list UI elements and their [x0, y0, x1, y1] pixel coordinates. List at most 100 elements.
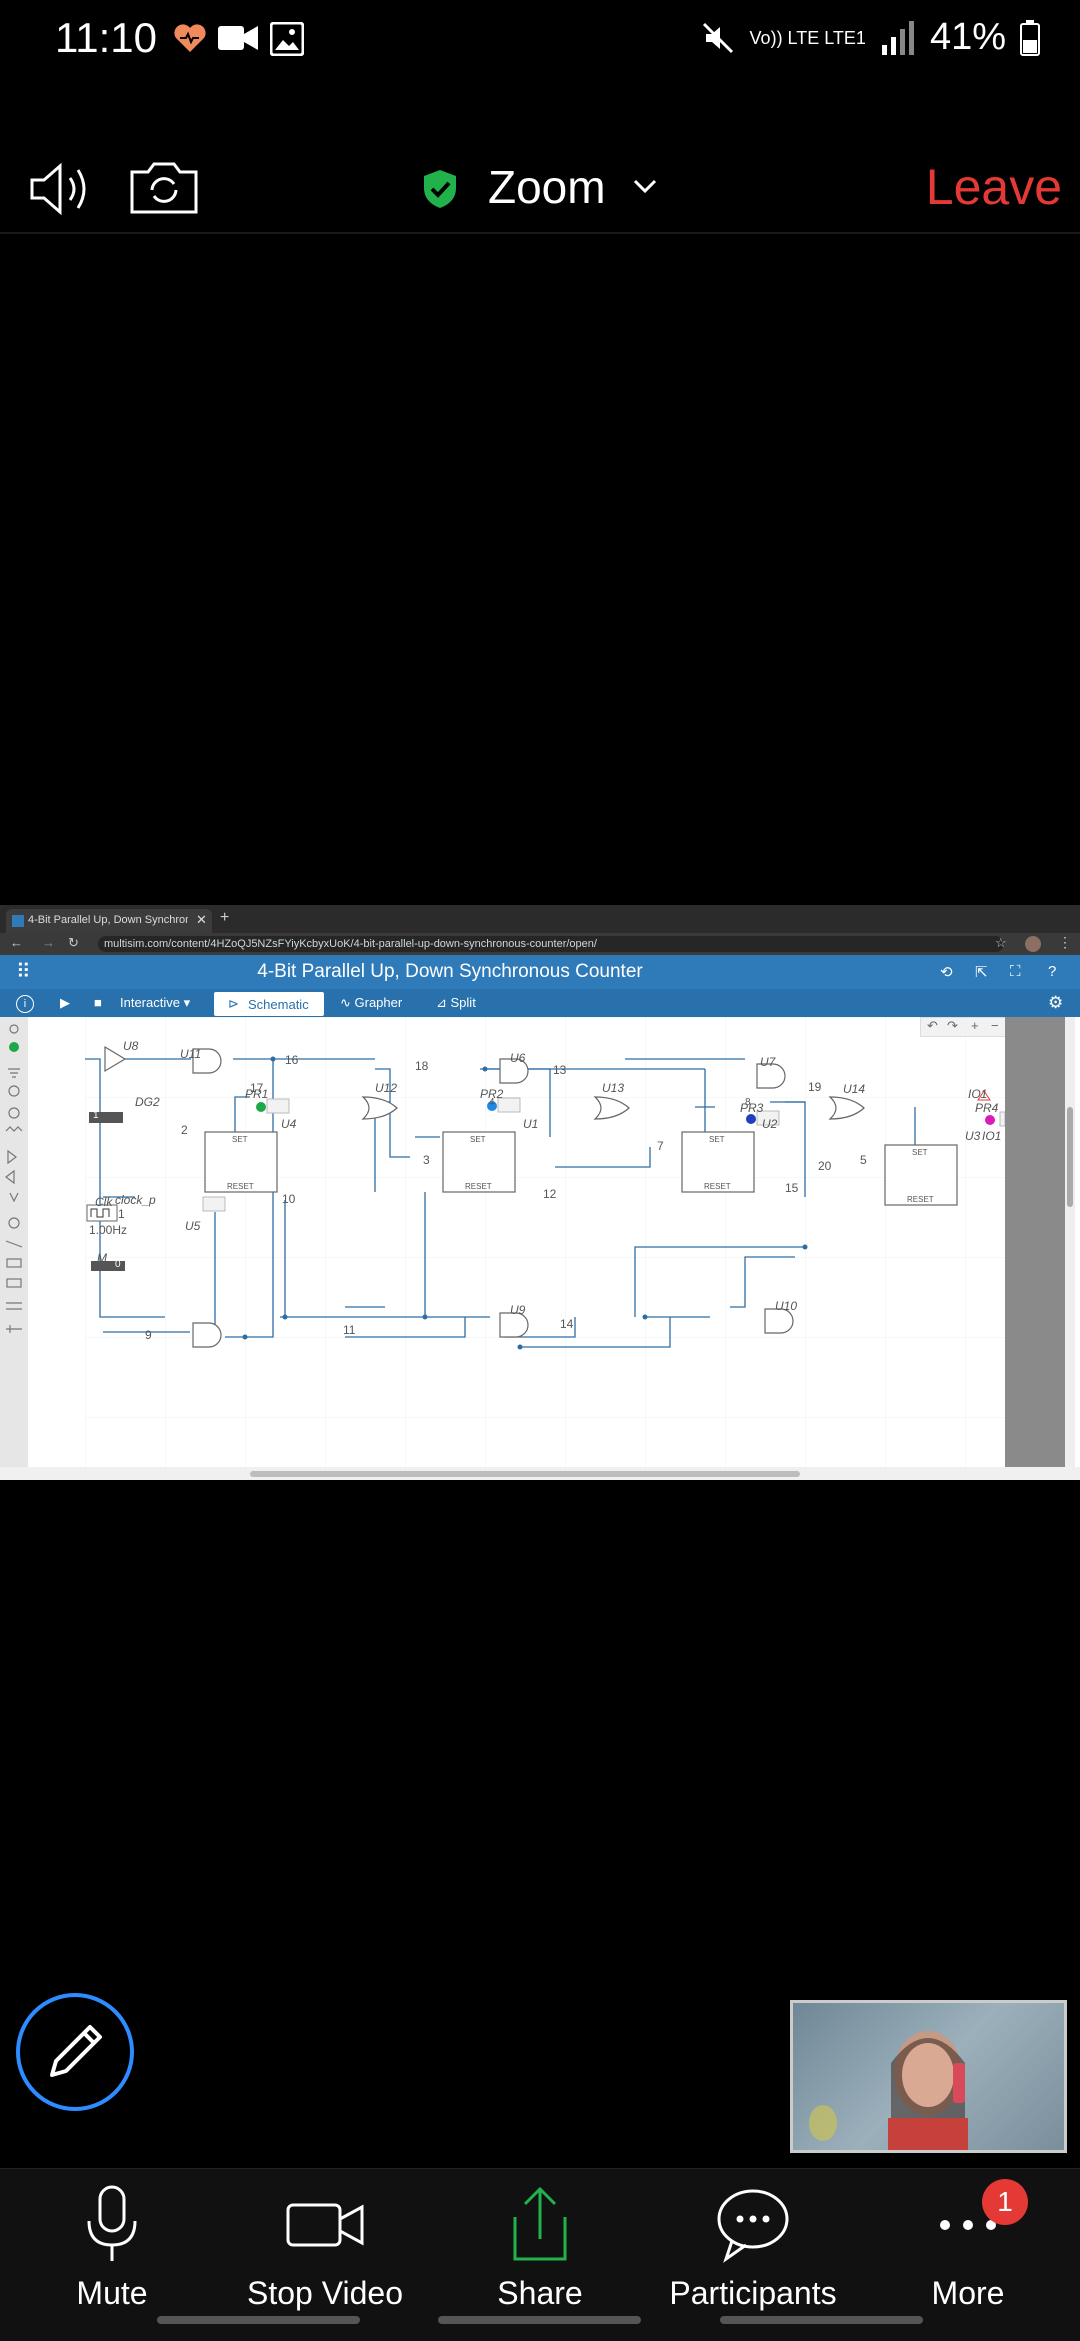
zoom-in-icon[interactable]: + — [971, 1018, 979, 1033]
label-8: 8 — [745, 1097, 751, 1108]
label-2: 2 — [181, 1123, 188, 1137]
mode-label: Interactive — [120, 995, 180, 1010]
schematic-labels: U8 16 U11 18 U6 13 U7 19 U12 U13 U14 17 … — [85, 1017, 1005, 1467]
undo-icon[interactable]: ↶ — [927, 1018, 938, 1034]
forward-icon[interactable]: → — [42, 935, 55, 950]
label-10: 10 — [282, 1192, 296, 1206]
address-bar: ← → ↻ multisim.com/content/4HZoQJ5NZsFYi… — [0, 933, 1080, 955]
label-u6: U6 — [510, 1051, 526, 1065]
info-icon[interactable]: i — [16, 995, 34, 1013]
ff-reset-u3: RESET — [907, 1195, 934, 1204]
horizontal-scroll-thumb[interactable] — [250, 1471, 800, 1477]
switch-camera-icon[interactable] — [128, 158, 200, 221]
stop-video-button[interactable]: Stop Video — [225, 2179, 425, 2312]
ff-set-u1: SET — [470, 1135, 486, 1144]
label-clock-p: clock_p — [115, 1193, 156, 1207]
label-15: 15 — [785, 1181, 799, 1195]
speaker-icon[interactable] — [28, 162, 92, 221]
settings-gear-icon[interactable]: ⚙ — [1048, 993, 1063, 1013]
annotate-button[interactable] — [16, 1993, 134, 2111]
label-u1: U1 — [523, 1117, 539, 1131]
export-icon[interactable]: ⇱ — [975, 963, 988, 981]
label-pr1: PR1 — [245, 1087, 269, 1101]
new-tab-icon[interactable]: + — [220, 909, 229, 927]
label-7: 7 — [657, 1139, 664, 1153]
self-video-thumbnail[interactable] — [790, 2000, 1067, 2153]
share-button[interactable]: Share — [440, 2179, 640, 2312]
pencil-icon — [50, 2025, 102, 2077]
label-u7: U7 — [760, 1055, 776, 1069]
tab-split[interactable]: ⊿ Split — [436, 995, 476, 1011]
fullscreen-icon[interactable]: ⛶ — [1010, 963, 1021, 980]
label-9: 9 — [145, 1328, 152, 1342]
reload-icon[interactable]: ↻ — [68, 935, 79, 951]
redo-icon[interactable]: ↷ — [947, 1018, 958, 1034]
more-button[interactable]: More — [868, 2179, 1068, 2312]
app-bar: ⠿ 4-Bit Parallel Up, Down Synchronous Co… — [0, 955, 1080, 989]
kebab-menu-icon[interactable]: ⋮ — [1058, 934, 1072, 951]
label-u9: U9 — [510, 1303, 526, 1317]
health-icon — [172, 20, 208, 61]
tab-title: 4-Bit Parallel Up, Down Synchron — [28, 914, 188, 926]
signal-icon — [881, 20, 914, 55]
component-palette[interactable] — [0, 1017, 28, 1477]
nav-gesture-bar-center — [438, 2316, 641, 2324]
help-icon[interactable]: ? — [1048, 963, 1056, 980]
label-14: 14 — [560, 1317, 574, 1331]
label-pr4: PR4 — [975, 1101, 999, 1115]
tab-grapher-label: Grapher — [354, 995, 403, 1010]
nav-gesture-bar-right — [720, 2316, 923, 2324]
label-19: 19 — [808, 1080, 822, 1094]
tab-schematic[interactable]: ⊳ Schematic — [214, 992, 324, 1016]
label-u12: U12 — [375, 1081, 398, 1095]
video-camera-icon — [286, 2203, 364, 2247]
label-io1: IO1 — [968, 1087, 988, 1101]
shared-screen: 4-Bit Parallel Up, Down Synchron ✕ + ← →… — [0, 905, 1080, 1480]
mute-label: Mute — [76, 2275, 148, 2311]
chevron-down-icon[interactable] — [632, 178, 658, 201]
schematic-icon: ⊳ — [228, 996, 239, 1011]
meeting-title[interactable]: Zoom — [488, 160, 606, 214]
zoom-out-icon[interactable]: − — [991, 1018, 999, 1033]
url-field[interactable]: multisim.com/content/4HZoQJ5NZsFYiyKcbyx… — [98, 936, 1004, 952]
label-m: M — [97, 1251, 107, 1265]
participants-label: Participants — [669, 2275, 837, 2311]
ff-reset-u4: RESET — [227, 1182, 254, 1191]
mode-dropdown[interactable]: Interactive ▾ — [120, 995, 190, 1011]
mute-button[interactable]: Mute — [12, 2179, 212, 2312]
tab-schematic-label: Schematic — [248, 997, 309, 1012]
status-time: 11:10 — [55, 14, 157, 61]
nav-gesture-bar-left — [157, 2316, 360, 2324]
canvas-controls: ↶ ↷ + − — [920, 1017, 1007, 1037]
label-12: 12 — [543, 1187, 557, 1201]
tab-grapher[interactable]: ∿ Grapher — [340, 995, 402, 1011]
star-icon[interactable]: ☆ — [995, 935, 1007, 951]
image-icon — [269, 21, 305, 61]
stop-video-label: Stop Video — [247, 2275, 403, 2311]
label-5: 5 — [860, 1153, 867, 1167]
favicon-icon — [12, 915, 24, 927]
label-dg2: DG2 — [135, 1095, 160, 1109]
share-app-icon[interactable]: ⟲ — [940, 963, 953, 981]
play-icon[interactable]: ▶ — [60, 995, 70, 1011]
video-icon — [218, 24, 258, 57]
canvas-gutter — [1005, 1017, 1075, 1467]
label-u11: U11 — [180, 1047, 202, 1061]
label-11: 11 — [343, 1323, 356, 1337]
label-20: 20 — [818, 1159, 832, 1173]
tab-close-icon[interactable]: ✕ — [196, 912, 207, 928]
label-u5: U5 — [185, 1219, 201, 1233]
ff-set-u2: SET — [709, 1135, 725, 1144]
schematic-canvas[interactable]: U8 16 U11 18 U6 13 U7 19 U12 U13 U14 17 … — [85, 1017, 1007, 1467]
leave-button[interactable]: Leave — [926, 158, 1062, 216]
back-icon[interactable]: ← — [10, 935, 23, 950]
ff-set-u4: SET — [232, 1135, 248, 1144]
vertical-scroll-thumb[interactable] — [1067, 1107, 1073, 1207]
browser-tab[interactable]: 4-Bit Parallel Up, Down Synchron ✕ — [6, 909, 212, 933]
stop-icon[interactable]: ■ — [94, 995, 102, 1010]
vertical-scrollbar[interactable] — [1065, 1017, 1075, 1467]
label-frequency: 1.00Hz — [89, 1223, 128, 1237]
profile-avatar[interactable] — [1025, 936, 1041, 952]
participants-button[interactable]: Participants — [653, 2179, 853, 2312]
horizontal-scrollbar[interactable] — [0, 1467, 1080, 1480]
